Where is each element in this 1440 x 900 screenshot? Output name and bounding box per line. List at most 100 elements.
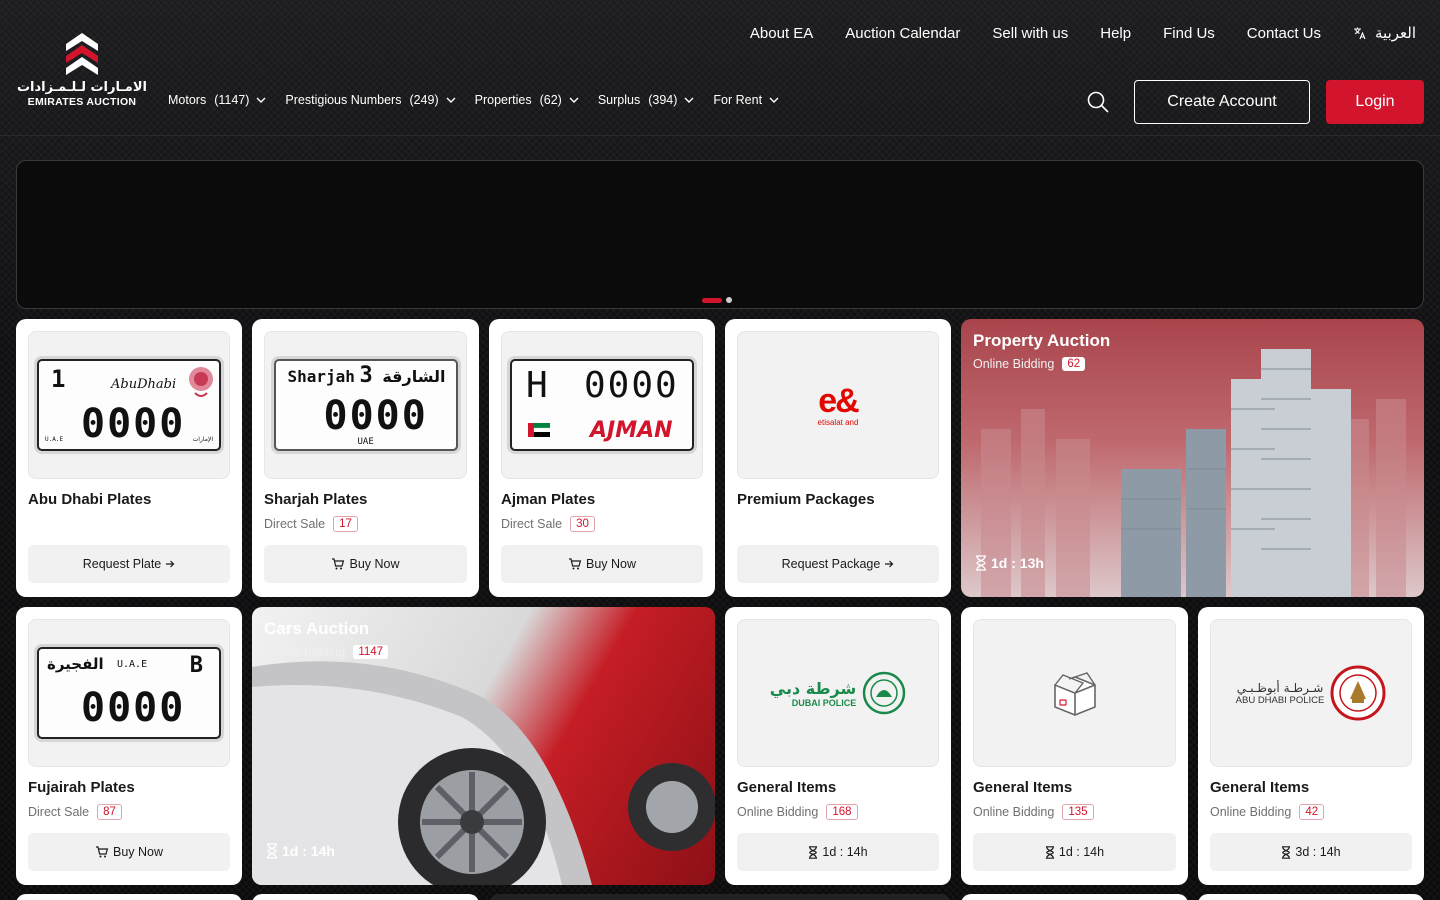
card-title[interactable]: Ajman Plates: [501, 491, 595, 508]
logo-english-text: DUBAI POLICE: [791, 697, 857, 708]
partial-card[interactable]: [252, 894, 479, 900]
card-meta: Direct Sale 87: [28, 804, 122, 820]
card-title[interactable]: General Items: [1210, 779, 1309, 796]
language-switch[interactable]: العربية: [1353, 24, 1416, 42]
feature-title: Cars Auction: [264, 619, 370, 638]
dubai-police-emblem-icon: [862, 671, 906, 715]
count-badge: 17: [333, 516, 358, 532]
partial-card[interactable]: [961, 894, 1188, 900]
brand-english-name: EMIRATES AUCTION: [27, 96, 137, 108]
translate-icon: [1354, 27, 1366, 40]
nav-contact-us[interactable]: Contact Us: [1247, 24, 1321, 42]
card-thumbnail: [973, 619, 1176, 767]
partial-card[interactable]: [489, 894, 951, 900]
cart-icon: [332, 558, 345, 570]
nav-find-us[interactable]: Find Us: [1163, 24, 1215, 42]
box-icon: [1053, 672, 1096, 716]
category-label: Properties: [474, 93, 532, 107]
banner-pagination: [702, 297, 732, 303]
card-title[interactable]: Fujairah Plates: [28, 779, 135, 796]
count-badge: 87: [97, 804, 122, 820]
card-thumbnail: شرطة دبي DUBAI POLICE: [737, 619, 939, 767]
plate-country: U.A.E: [45, 436, 64, 443]
sale-type-label: Direct Sale: [501, 517, 563, 531]
plate-image: 1 AbuDhabi 0000 U.A.E الإمارات: [37, 359, 221, 451]
sale-type-label: Online Bidding: [1210, 805, 1292, 819]
plate-city: AbuDhabi: [111, 377, 177, 392]
nav-about-ea[interactable]: About EA: [750, 24, 813, 42]
product-card-abu-dhabi-plates[interactable]: 1 AbuDhabi 0000 U.A.E الإمارات Abu Dhabi…: [16, 319, 242, 597]
count-badge: 135: [1062, 804, 1094, 820]
nav-help[interactable]: Help: [1100, 24, 1131, 42]
hourglass-icon: [1282, 845, 1291, 859]
timer-value: 3d : 14h: [1295, 845, 1341, 859]
partial-card[interactable]: [1198, 894, 1424, 900]
product-card-sharjah-plates[interactable]: Sharjah 3 الشارقة 0000 UAE Sharjah Plate…: [252, 319, 479, 597]
plate-image: H 0000 AJMAN: [510, 359, 694, 451]
product-card-general-items-abu-dhabi-police[interactable]: شـرطـة أبوظـبـي ABU DHABI POLICE General…: [1198, 607, 1424, 885]
plate-digits: 0000: [81, 401, 186, 447]
hourglass-icon: [809, 845, 818, 859]
login-button[interactable]: Login: [1326, 80, 1424, 124]
sale-type-label: Direct Sale: [28, 805, 90, 819]
abu-dhabi-emblem-icon: [189, 367, 213, 397]
chevron-down-icon: [684, 97, 694, 103]
card-thumbnail: 1 AbuDhabi 0000 U.A.E الإمارات: [28, 331, 230, 479]
product-card-general-items-box[interactable]: General Items Online Bidding 135 1d : 14…: [961, 607, 1188, 885]
sale-type-label: Direct Sale: [264, 517, 326, 531]
logo-arabic-text: شـرطـة أبوظـبـي: [1236, 680, 1324, 695]
card-title[interactable]: Sharjah Plates: [264, 491, 367, 508]
product-card-ajman-plates[interactable]: H 0000 AJMAN Ajman Plates Direct Sale 30…: [489, 319, 715, 597]
buy-now-button[interactable]: Buy Now: [501, 545, 703, 583]
countdown-button[interactable]: 1d : 14h: [737, 833, 939, 871]
category-label: For Rent: [713, 93, 763, 107]
category-label: Surplus: [597, 93, 641, 107]
arrow-right-icon: [885, 560, 894, 568]
banner-dot[interactable]: [726, 297, 732, 303]
hero-banner[interactable]: [16, 160, 1424, 309]
create-account-button[interactable]: Create Account: [1134, 80, 1310, 124]
countdown-button[interactable]: 3d : 14h: [1210, 833, 1412, 871]
search-icon[interactable]: [1086, 90, 1110, 114]
nav-sell-with-us[interactable]: Sell with us: [992, 24, 1068, 42]
brand-arabic-name: الامـارات لـلـمـزادات: [16, 80, 147, 95]
card-thumbnail: شـرطـة أبوظـبـي ABU DHABI POLICE: [1210, 619, 1412, 767]
banner-dot-active[interactable]: [702, 297, 722, 303]
buy-now-button[interactable]: Buy Now: [28, 833, 230, 871]
card-title[interactable]: General Items: [737, 779, 836, 796]
chevron-down-icon: [446, 97, 456, 103]
etisalat-mark: e&: [818, 381, 859, 420]
plate-image: Sharjah 3 الشارقة 0000 UAE: [273, 359, 458, 451]
card-title[interactable]: Premium Packages: [737, 491, 875, 508]
card-title[interactable]: Abu Dhabi Plates: [28, 491, 151, 508]
language-label: العربية: [1375, 24, 1416, 42]
arrow-right-icon: [166, 560, 175, 568]
abu-dhabi-police-emblem-icon: [1330, 665, 1386, 721]
card-meta: Online Bidding 42: [1210, 804, 1325, 820]
category-for-rent[interactable]: For Rent: [713, 93, 780, 107]
request-plate-button[interactable]: Request Plate: [28, 545, 230, 583]
plate-digits: 0000: [81, 685, 186, 731]
partial-card[interactable]: [16, 894, 242, 900]
product-card-fujairah-plates[interactable]: الفجيرة U.A.E B 0000 Fujairah Plates Dir…: [16, 607, 242, 885]
cars-auction-feature[interactable]: Cars Auction Online Bidding 1147 1d : 14…: [252, 607, 715, 885]
card-title[interactable]: General Items: [973, 779, 1072, 796]
category-label: Prestigious Numbers: [285, 93, 402, 107]
buy-now-button[interactable]: Buy Now: [264, 545, 467, 583]
timer-value: 1d : 14h: [822, 845, 868, 859]
countdown-timer: 1d : 13h: [975, 555, 1044, 571]
product-card-premium-packages[interactable]: e& etisalat and Premium Packages Request…: [725, 319, 951, 597]
category-prestigious-numbers[interactable]: Prestigious Numbers (249): [285, 93, 456, 107]
countdown-button[interactable]: 1d : 14h: [973, 833, 1176, 871]
count-badge: 62: [1062, 357, 1086, 371]
category-surplus[interactable]: Surplus (394): [598, 93, 696, 107]
sale-type-label: Online Bidding: [264, 645, 346, 659]
category-motors[interactable]: Motors (1147): [168, 93, 267, 107]
category-properties[interactable]: Properties (62): [475, 93, 580, 107]
brand-logo[interactable]: الامـارات لـلـمـزادات EMIRATES AUCTION: [14, 32, 150, 112]
request-package-button[interactable]: Request Package: [737, 545, 939, 583]
product-card-general-items-dubai-police[interactable]: شرطة دبي DUBAI POLICE General Items Onli…: [725, 607, 951, 885]
nav-auction-calendar[interactable]: Auction Calendar: [845, 24, 960, 42]
property-auction-feature[interactable]: Property Auction Online Bidding 62 1d : …: [961, 319, 1424, 597]
countdown-timer: 1d : 14h: [266, 843, 335, 859]
